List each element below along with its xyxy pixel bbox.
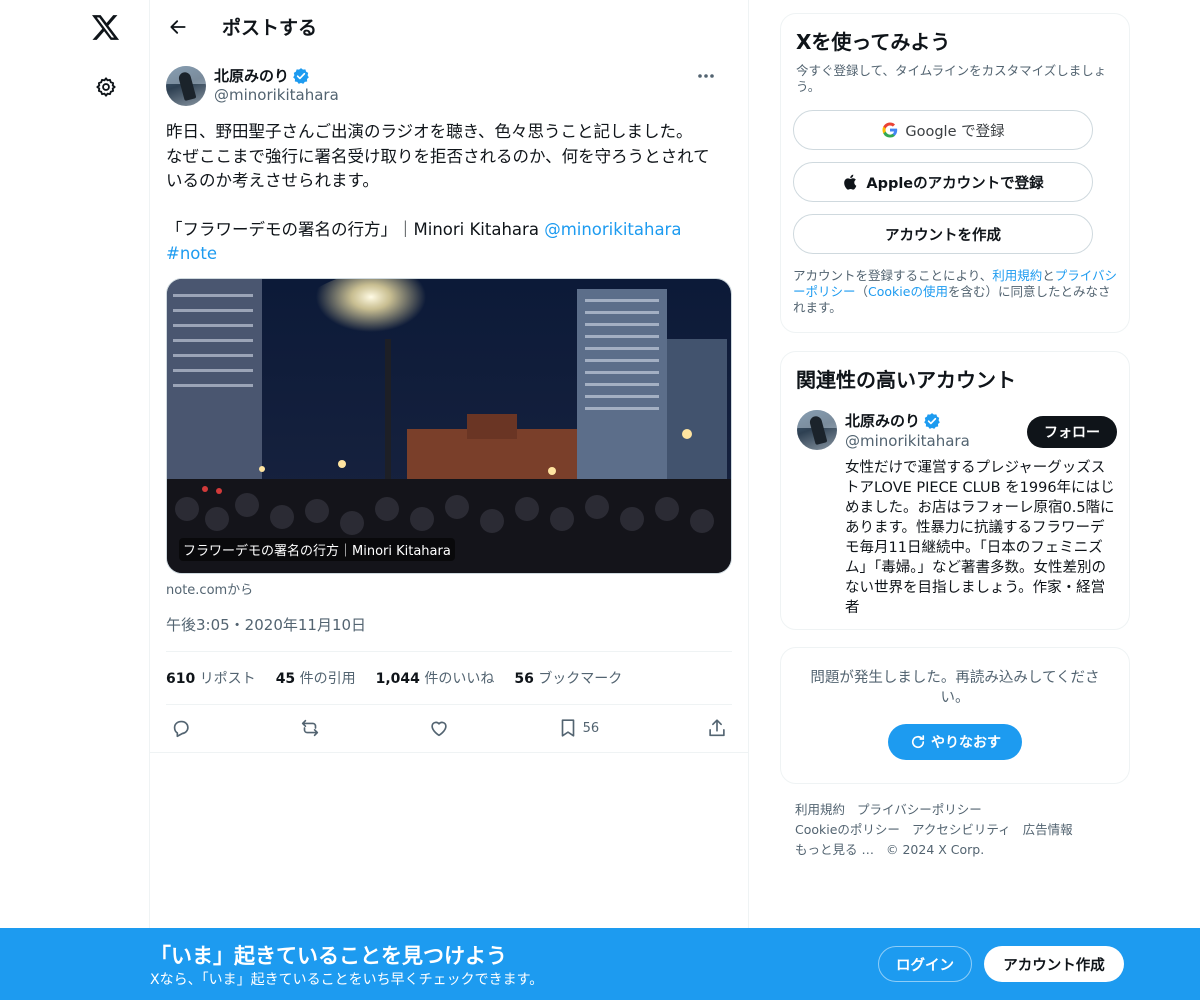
terms-text-part: と [1042,268,1055,283]
account-display-name[interactable]: 北原みのり [845,410,920,431]
post-author: 北原みのり @minorikitahara [166,64,732,116]
login-button[interactable]: ログイン [878,946,972,982]
create-account-label: アカウントを作成 [885,227,1001,244]
verified-badge-icon [293,67,309,84]
footer-row: もっと見る … © 2024 X Corp. [795,840,1115,860]
banner-subtitle: Xなら、「いま」起きていることをいち早くチェックできます。 [150,972,544,988]
repost-icon[interactable] [299,717,321,739]
post-stats: 610 リポスト 45 件の引用 1,044 件のいいね 56 ブックマーク [166,652,732,705]
more-options-icon[interactable] [696,66,716,86]
bottom-signup-banner: 「いま」起きていることを見つけよう Xなら、「いま」起きていることをいち早くチェ… [0,928,1200,1000]
create-account-button[interactable]: アカウントを作成 [793,214,1093,254]
stat-bookmarks[interactable]: 56 ブックマーク [514,668,622,688]
signup-subtitle: 今すぐ登録して、タイムラインをカスタマイズしましょう。 [796,63,1107,94]
follow-button[interactable]: フォロー [1027,416,1117,448]
share-icon[interactable] [706,717,728,739]
terms-of-service-link[interactable]: 利用規約 [992,268,1042,283]
refresh-icon [911,735,925,749]
footer-row: 利用規約 プライバシーポリシー [795,800,1115,820]
post-text-line: 昨日、野田聖子さんご出演のラジオを聴き、色々思うこと記しました。 [166,122,693,141]
stat-reposts[interactable]: 610 リポスト [166,668,256,688]
post-text-line: なぜここまで強行に署名受け取りを拒否されるのか、何を守ろうとされて [166,146,710,166]
post-timestamp[interactable]: 午後3:05・2020年11月10日 [166,614,732,652]
avatar[interactable] [797,410,837,450]
bookmark-icon [561,719,574,737]
terms-text-part: アカウントを登録することにより、 [793,268,993,283]
footer-copyright: © 2024 X Corp. [885,842,985,857]
hashtag-link[interactable]: #note [166,244,217,263]
banner-create-account-button[interactable]: アカウント作成 [984,946,1124,982]
retry-label: やりなおす [931,735,1001,751]
x-logo-icon[interactable] [86,8,126,48]
error-message: 問題が発生しました。再読み込みしてください。 [810,670,1100,706]
signup-title: Xを使ってみよう [796,30,951,54]
author-display-name[interactable]: 北原みのり [214,65,289,86]
card-source[interactable]: note.comから [166,579,732,598]
apple-signup-label: Appleのアカウントで登録 [866,175,1044,192]
stat-quotes[interactable]: 45 件の引用 [276,668,356,688]
post-link-prefix: 「フラワーデモの署名の行方」｜Minori Kitahara [166,219,545,239]
related-accounts-title: 関連性の高いアカウント [796,368,1016,392]
post-text-line: いるのか考えさせられます。 [166,171,379,190]
footer-link-accessibility[interactable]: アクセシビリティ [912,822,1011,837]
google-signup-label: Google で登録 [905,123,1005,140]
bookmark-action[interactable]: 56 [557,717,600,739]
footer-links: 利用規約 プライバシーポリシー Cookieのポリシー アクセシビリティ 広告情報 も… [795,800,1115,860]
footer-link-more[interactable]: もっと見る … [795,842,874,857]
post-link-line: 「フラワーデモの署名の行方」｜Minori Kitahara @minoriki… [166,218,732,267]
mention-link[interactable]: @minorikitahara [544,220,681,239]
main-column: ポストする 北原みのり @minorikitahara 昨日、野田聖子さんご出演… [149,0,749,1000]
like-heart-icon[interactable] [428,717,450,739]
post-header: ポストする [150,0,748,53]
page: ポストする 北原みのり @minorikitahara 昨日、野田聖子さんご出演… [0,0,1200,1000]
footer-link-privacy[interactable]: プライバシーポリシー [857,802,982,817]
signup-box: Xを使ってみよう 今すぐ登録して、タイムラインをカスタマイズしましょう。 Goo… [780,13,1130,333]
link-card-image[interactable]: フラワーデモの署名の行方｜Minori Kitahara [166,277,732,574]
post-text: 昨日、野田聖子さんご出演のラジオを聴き、色々思うこと記しました。 なぜここまで強… [166,120,732,267]
verified-badge-icon [924,412,940,429]
back-arrow-icon[interactable] [166,15,190,39]
apple-icon [844,174,857,190]
page-title: ポストする [222,17,318,39]
banner-title: 「いま」起きていることを見つけよう [150,944,507,968]
account-bio: 女性だけで運営するプレジャーグッズストアLOVE PIECE CLUB を199… [845,460,1115,616]
account-name-row: 北原みのり [845,410,941,431]
card-caption: フラワーデモの署名の行方｜Minori Kitahara [179,537,455,561]
terms-text-part: （ [855,284,869,299]
related-accounts-box: 関連性の高いアカウント 北原みのり @minorikitahara フォロー 女… [780,351,1130,630]
reply-icon[interactable] [170,717,192,739]
retry-button[interactable]: やりなおす [888,724,1022,760]
apple-signup-button[interactable]: Appleのアカウントで登録 [793,162,1093,202]
terms-text: アカウントを登録することにより、利用規約とプライバシーポリシー（Cookieの使… [793,268,1118,316]
author-name-row: 北原みのり [214,65,310,86]
error-box: 問題が発生しました。再読み込みしてください。 やりなおす [780,647,1130,784]
footer-link-cookie[interactable]: Cookieのポリシー [795,822,900,837]
stat-likes[interactable]: 1,044 件のいいね [376,668,495,688]
night-station-photo [167,278,731,573]
account-handle[interactable]: @minorikitahara [845,432,970,450]
author-handle[interactable]: @minorikitahara [214,86,339,104]
footer-link-terms[interactable]: 利用規約 [795,802,845,817]
footer-link-ads[interactable]: 広告情報 [1023,822,1073,837]
google-signup-button[interactable]: Google で登録 [793,110,1093,150]
post-actions: 56 [150,705,748,753]
post: 北原みのり @minorikitahara 昨日、野田聖子さんご出演のラジオを聴… [150,64,748,753]
cookie-use-link[interactable]: Cookieの使用 [868,284,948,299]
avatar[interactable] [166,66,206,106]
google-icon [882,122,898,138]
footer-row: Cookieのポリシー アクセシビリティ 広告情報 [795,820,1115,840]
settings-gear-icon[interactable] [86,67,126,107]
left-nav [0,0,150,1000]
bookmark-count: 56 [582,720,600,736]
